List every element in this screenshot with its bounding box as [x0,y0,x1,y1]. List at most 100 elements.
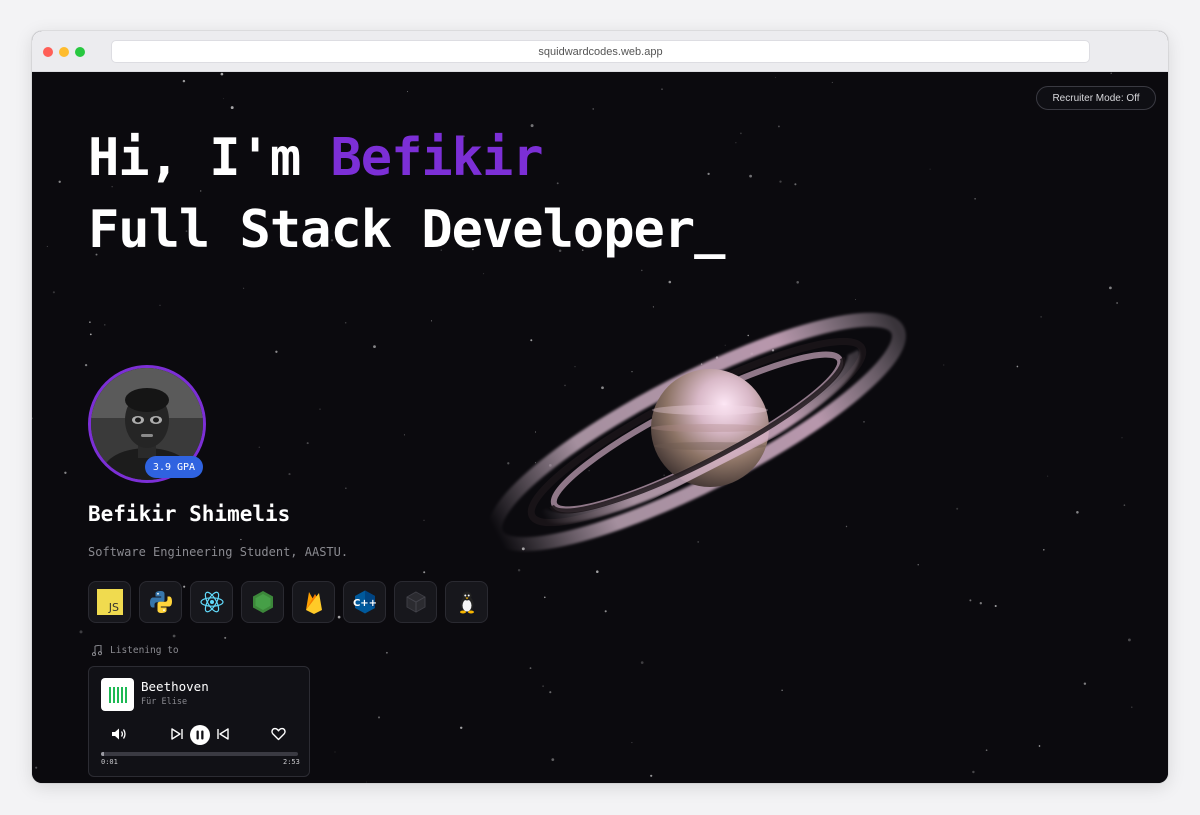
python-icon [149,591,172,613]
star [182,79,186,83]
star [35,766,38,769]
star [1123,504,1126,506]
star [641,269,643,272]
star [917,564,919,566]
star [735,142,737,144]
star [929,168,931,170]
star [459,726,463,730]
equalizer-bars-icon [108,686,127,703]
star [604,610,607,613]
pause-icon [190,725,210,745]
total-duration: 2:53 [283,758,300,766]
star [1076,511,1079,514]
star [319,408,321,410]
star [979,602,982,605]
star [740,132,742,135]
nodejs-icon [252,591,273,613]
skill-unity[interactable] [394,581,437,623]
star [956,507,959,510]
star [344,321,347,324]
hero-heading: Hi, I'm Befikir Full Stack Developer_ [88,122,725,266]
next-track-button[interactable] [170,727,184,741]
star [84,363,88,367]
star [1047,475,1049,477]
firebase-icon [305,592,322,614]
star [52,291,55,294]
star [985,749,988,752]
listening-to-label: Listening to [92,645,179,656]
star [159,304,161,306]
star [855,299,856,300]
star [1040,316,1042,318]
skill-react[interactable] [190,581,233,623]
star [79,630,83,634]
star [32,417,34,420]
skill-nodejs[interactable] [241,581,284,623]
skill-firebase[interactable] [292,581,335,623]
star [529,667,532,669]
javascript-icon: JS [96,589,123,615]
star [345,487,347,489]
skills-list: JS C++ [88,581,488,623]
skill-cplusplus[interactable]: C++ [343,581,386,623]
react-icon [199,591,224,613]
track-title: Beethoven [141,679,209,694]
star [794,183,797,186]
star [373,345,376,348]
cplusplus-icon: C++ [352,590,377,614]
like-button[interactable] [271,727,286,741]
playback-progress-bar[interactable] [101,752,298,756]
star [551,758,555,761]
pause-button[interactable] [190,725,210,745]
star [230,106,234,110]
hero-greeting: Hi, I'm [88,128,331,188]
star [544,596,546,599]
elapsed-time: 0:01 [101,758,118,766]
star [781,689,783,691]
star [640,661,644,664]
star [542,685,544,688]
star [1110,72,1112,75]
star [483,273,485,275]
star [377,716,381,719]
star [1127,638,1131,642]
browser-chrome: squidwardcodes.web.app [32,31,1168,72]
previous-track-button[interactable] [216,727,230,741]
star [223,98,225,100]
star [243,287,245,289]
star [1043,549,1045,551]
star [779,180,782,183]
listening-to-text: Listening to [110,645,179,656]
heart-icon [271,727,286,741]
star [1038,745,1041,747]
address-bar-url: squidwardcodes.web.app [538,45,663,58]
close-window-button[interactable] [43,47,53,57]
volume-button[interactable] [111,727,127,741]
star [831,81,833,83]
hero-greeting-line: Hi, I'm Befikir [88,122,724,194]
star [89,333,92,336]
hero-first-name: Befikir [330,128,543,188]
minimize-window-button[interactable] [59,47,69,57]
skill-python[interactable] [139,581,182,623]
star [89,321,91,323]
skill-linux[interactable] [445,581,488,623]
star [46,245,48,247]
star [423,571,426,574]
star [220,72,224,76]
skill-javascript[interactable]: JS [88,581,131,623]
star [58,180,61,183]
star [288,473,291,476]
unity-cube-icon [406,591,425,613]
address-bar[interactable]: squidwardcodes.web.app [111,40,1090,63]
star [1131,706,1133,708]
star [403,434,405,436]
star [366,781,367,783]
star [1083,682,1087,685]
star [592,108,594,110]
profile-name: Befikir Shimelis [88,502,291,526]
star [306,442,309,445]
maximize-window-button[interactable] [75,47,85,57]
star [407,91,409,93]
recruiter-mode-toggle[interactable]: Recruiter Mode: Off [1036,86,1156,110]
